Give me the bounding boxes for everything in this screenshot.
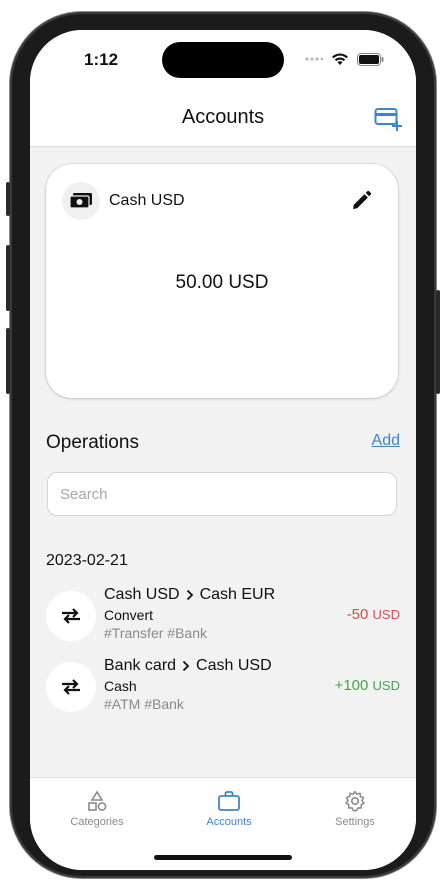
operation-type: Convert [104, 607, 154, 623]
operation-amount: -50 USD [347, 606, 400, 623]
operation-type: Cash [104, 678, 137, 694]
battery-icon [357, 52, 384, 66]
operation-route: Cash USD Cash EUR [104, 586, 275, 604]
volume-down-button [6, 328, 10, 394]
operations-heading: Operations [46, 432, 139, 453]
account-balance: 50.00 USD [175, 272, 269, 293]
chevron-right-icon [182, 660, 190, 672]
signal-icon [305, 57, 323, 61]
gear-icon [345, 790, 365, 812]
page-title: Accounts [181, 106, 265, 128]
wifi-icon [332, 53, 348, 65]
app-screen: 1:12 Accounts Cash USD 50.00 USD Operati… [30, 30, 416, 870]
tab-categories-label: Categories [70, 816, 124, 828]
operation-amount-value: +100 [334, 677, 369, 694]
operation-from: Bank card [104, 657, 177, 674]
operation-amount-value: -50 [346, 606, 369, 623]
status-icons [305, 52, 384, 66]
tab-bar: Categories Accounts Settings [30, 777, 416, 870]
tab-accounts[interactable]: Accounts [174, 790, 284, 828]
transfer-icon [46, 662, 96, 712]
account-name: Cash USD [109, 192, 185, 209]
tab-settings[interactable]: Settings [300, 790, 410, 828]
operation-route: Bank card Cash USD [104, 657, 272, 675]
operation-amount-currency: USD [372, 607, 400, 622]
power-button [436, 290, 440, 394]
add-operation-link[interactable]: Add [372, 432, 400, 450]
shapes-icon [88, 790, 107, 811]
volume-up-button [6, 245, 10, 311]
transfer-icon [46, 591, 96, 641]
account-card[interactable]: Cash USD 50.00 USD [46, 164, 398, 398]
operation-tags: #Transfer #Bank [104, 625, 207, 641]
operation-row[interactable]: Cash USD Cash EUR Convert #Transfer #Ban… [46, 586, 400, 652]
navigation-bar: 1:12 Accounts [30, 30, 416, 147]
tab-settings-label: Settings [335, 816, 375, 828]
status-time: 1:12 [84, 50, 119, 69]
tab-categories[interactable]: Categories [42, 790, 152, 828]
operation-amount: +100 USD [335, 677, 400, 694]
action-button [6, 182, 10, 216]
operation-from: Cash USD [104, 586, 180, 603]
home-indicator[interactable] [154, 855, 292, 860]
operation-tags: #ATM #Bank [104, 696, 184, 712]
add-card-icon[interactable] [374, 106, 402, 132]
tab-accounts-label: Accounts [206, 816, 252, 828]
search-input[interactable] [47, 472, 397, 516]
chevron-right-icon [186, 589, 193, 601]
operation-row[interactable]: Bank card Cash USD Cash #ATM #Bank +100 … [46, 657, 400, 723]
dynamic-island [162, 42, 284, 78]
operation-to: Cash USD [196, 657, 272, 674]
operations-date: 2023-02-21 [46, 552, 128, 569]
edit-pencil-icon[interactable] [350, 190, 372, 212]
briefcase-icon [218, 791, 240, 811]
operation-amount-currency: USD [372, 678, 400, 693]
operation-to: Cash EUR [199, 586, 276, 603]
cash-icon [62, 182, 100, 220]
